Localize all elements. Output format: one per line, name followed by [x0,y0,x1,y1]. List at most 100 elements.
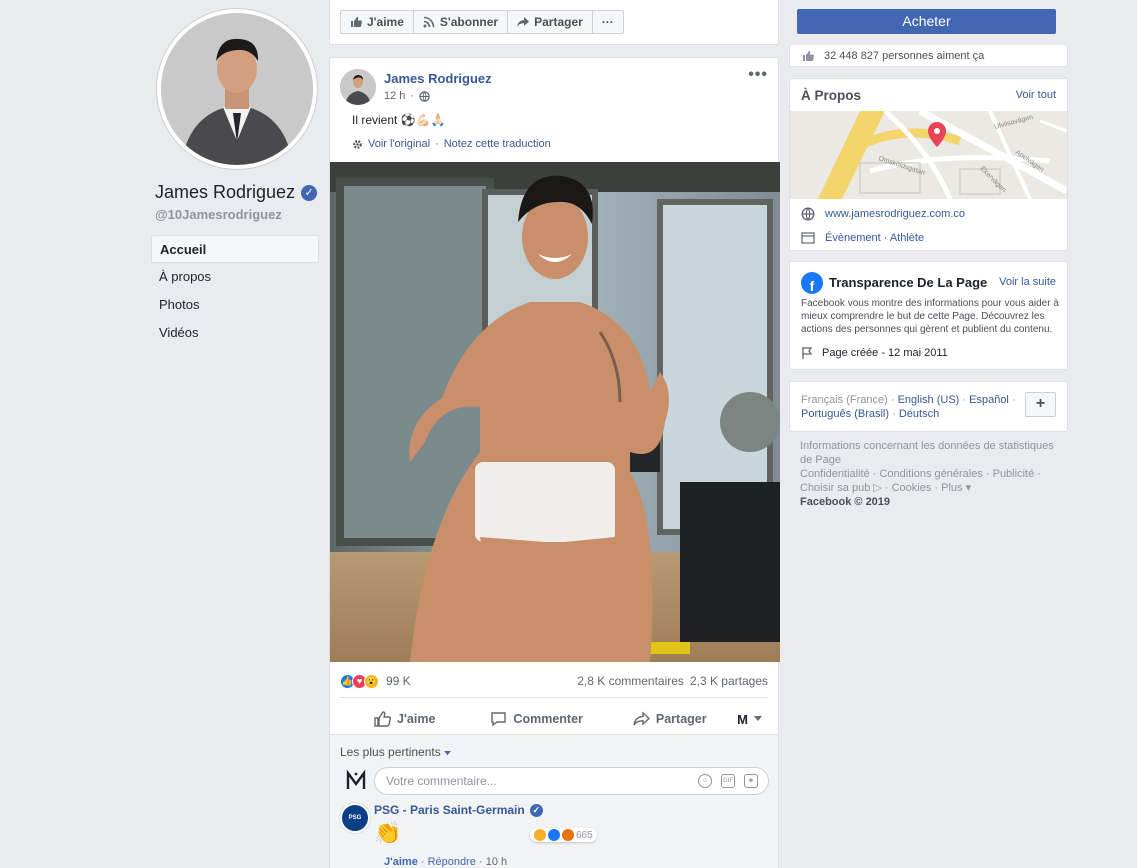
language-link-german[interactable]: Deutsch [899,408,939,420]
transparency-title: Transparence De La Page [829,275,988,290]
like-reaction-icon [548,829,560,841]
nav-item-photos[interactable]: Photos [151,291,319,319]
sticker-icon[interactable]: ☻ [744,774,758,788]
comment-sort-dropdown[interactable]: Les plus pertinents [340,745,451,759]
comment-input[interactable]: Votre commentaire... ☺ GIF ☻ [374,767,769,795]
wow-reaction-icon: 😮 [364,673,379,689]
see-original-link[interactable]: Voir l'original [368,138,430,150]
website-row: www.jamesrodriguez.com.co [801,207,965,221]
language-link-spanish[interactable]: Español [969,394,1009,406]
reactions-summary: 👍 ♥ 😮 99 K 2,8 K commentaires 2,3 K part… [340,671,768,691]
post-timestamp[interactable]: 12 h [384,90,405,102]
share-page-button[interactable]: Partager [507,10,593,34]
facebook-logo-icon: f [801,272,823,294]
comment-reactions[interactable]: 665 [530,828,597,842]
share-icon [633,711,650,726]
language-link-portuguese[interactable]: Português (Brasil) [801,408,889,420]
post-like-button[interactable]: J'aime [374,711,435,727]
language-list: Français (France) · English (US) · Españ… [801,394,1016,420]
page-actions-bar: J'aime S'abonner Partager ··· [329,0,779,45]
comment-author-name: PSG - Paris Saint-Germain [374,803,525,817]
nav-item-about[interactable]: À propos [151,263,319,291]
comment-reaction-count: 665 [576,829,593,841]
more-options-label: ··· [601,15,614,29]
author-avatar-image [340,69,376,105]
more-languages-button[interactable]: + [1025,392,1056,417]
nav-item-videos[interactable]: Vidéos [151,319,319,347]
location-map[interactable]: Ulvilsavägen Omsköldsgatan Apelvägen Eke… [790,111,1067,199]
comment-bubble-icon [491,712,507,727]
dot-separator: · [435,138,439,150]
post-comment-button[interactable]: Commenter [490,711,583,727]
commenter-avatar [342,767,370,795]
post-share-button[interactable]: Partager [633,711,707,727]
chevron-down-icon [754,716,762,721]
share-page-label: Partager [534,15,583,29]
gear-icon[interactable] [352,139,363,150]
globe-icon[interactable] [419,90,430,102]
post-photo[interactable] [330,162,780,662]
comment-placeholder: Votre commentaire... [386,774,497,788]
post-options-icon[interactable]: ••• [748,66,768,84]
translation-row: Voir l'original · Notez cette traduction [352,138,551,150]
gym-selfie-image [330,162,780,662]
category-links[interactable]: Évènement · Athlète [825,232,924,244]
emoji-icon[interactable]: ☺ [698,774,712,788]
map-image: Ulvilsavägen Omsköldsgatan Apelvägen Eke… [790,111,1067,199]
shares-count[interactable]: 2,3 K partages [690,674,768,688]
rate-translation-link[interactable]: Notez cette traduction [444,138,551,150]
website-link[interactable]: www.jamesrodriguez.com.co [825,208,965,220]
current-language: Français (France) · [801,394,895,406]
likes-count-text: 32 448 827 personnes aiment ça [824,49,985,62]
like-page-button[interactable]: J'aime [340,10,414,34]
footer-copyright: Facebook © 2019 [800,496,891,508]
psg-avatar[interactable]: PSG [340,803,370,833]
about-card: À Propos Voir tout Ulvilsavägen Omskölds… [789,78,1068,251]
comments-section: Les plus pertinents Votre commentaire...… [330,734,778,868]
verified-badge-icon: ✓ [301,184,318,201]
footer-policy-links[interactable]: Confidentialité · Conditions générales ·… [800,467,1060,495]
about-title: À Propos [801,88,862,103]
rss-icon [423,16,435,28]
dot-separator: · [420,856,428,868]
post-author-name[interactable]: James Rodriguez [384,71,492,86]
page-handle: @10Jamesrodriguez [155,207,282,222]
comments-count[interactable]: 2,8 K commentaires [577,674,684,688]
post-like-label: J'aime [397,712,436,726]
post-author-avatar[interactable] [340,69,376,105]
profile-picture[interactable] [157,9,317,169]
divider [340,697,768,698]
category-row: Évènement · Athlète [801,232,924,244]
more-options-button[interactable]: ··· [591,10,624,34]
reaction-icons[interactable]: 👍 ♥ 😮 [340,673,379,689]
gif-icon[interactable]: GIF [721,774,735,788]
reaction-count[interactable]: 99 K [386,674,411,688]
about-see-all-link[interactable]: Voir tout [1016,89,1056,101]
globe-icon [801,207,815,221]
thumbs-up-outline-icon [374,711,391,727]
footer-insights-link[interactable]: Informations concernant les données de s… [800,439,1060,467]
dot-separator: · [410,90,415,102]
clapping-hands-sticker: 👏 [374,820,402,845]
comment-author[interactable]: PSG - Paris Saint-Germain ✓ [374,803,543,817]
nav-item-home[interactable]: Accueil [151,235,319,263]
language-link-english[interactable]: English (US) [898,394,960,406]
follow-button[interactable]: S'abonner [412,10,509,34]
comment-timestamp[interactable]: 10 h [486,856,507,868]
verified-badge-icon: ✓ [529,803,543,817]
post-actions: J'aime Commenter Partager Μ [340,702,768,736]
buy-button[interactable]: Acheter [797,9,1056,34]
likes-card: 32 448 827 personnes aiment ça [789,45,1068,67]
transparency-see-more-link[interactable]: Voir la suite [999,276,1056,288]
page-monogram-icon: Μ [737,711,748,727]
page-created-text: Page créée - 12 mai 2011 [822,346,948,359]
follow-label: S'abonner [439,15,499,29]
comment-sort-label: Les plus pertinents [340,745,441,759]
comment-reply-link[interactable]: Répondre [428,856,476,868]
thumbs-up-icon [803,50,814,61]
page-name[interactable]: James Rodriguez ✓ [155,182,318,203]
wow-reaction-icon [534,829,546,841]
post-as-selector[interactable]: Μ [737,712,762,727]
monogram-logo-icon [346,770,366,789]
comment-like-link[interactable]: J'aime [384,856,418,868]
